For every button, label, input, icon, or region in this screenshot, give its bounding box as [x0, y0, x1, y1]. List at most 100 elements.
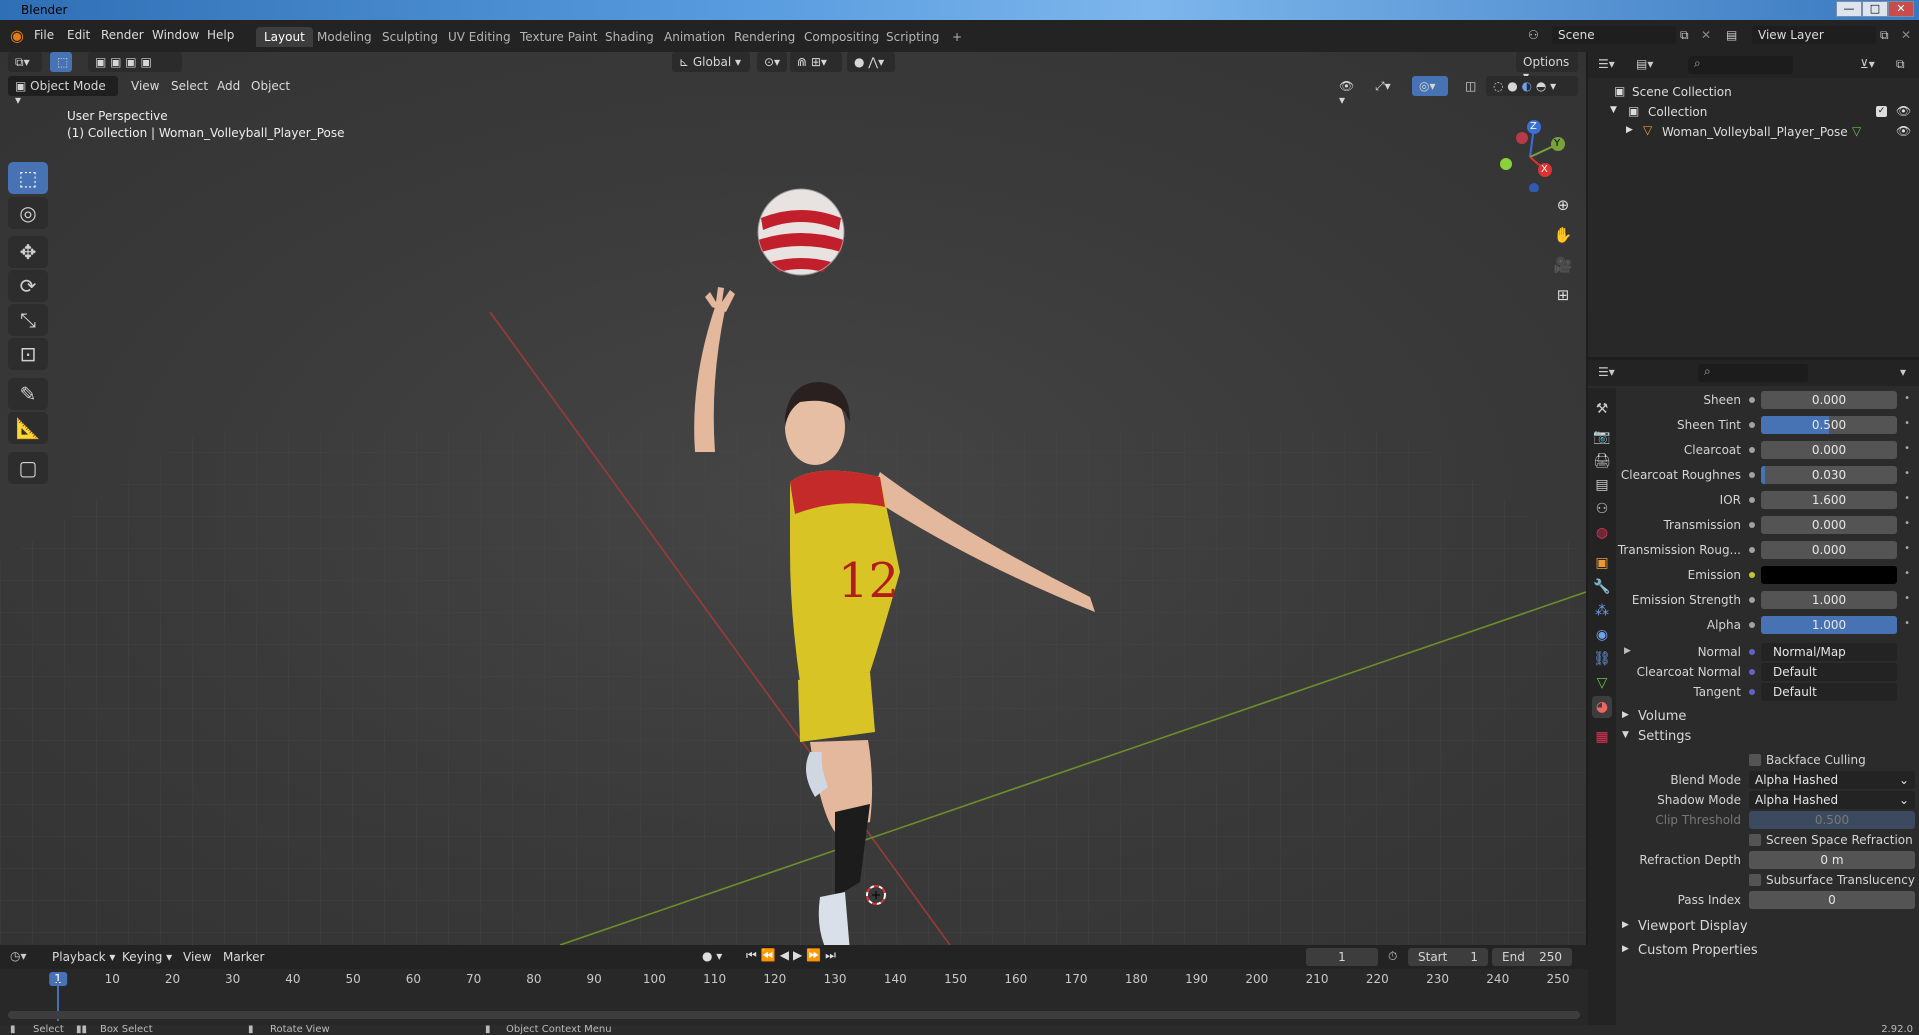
timeline-editor-type-icon[interactable]: ◷▾ [10, 949, 27, 963]
move-tool-icon[interactable]: ✥ [8, 236, 48, 268]
keyframe-dot-icon[interactable]: • [1904, 568, 1910, 579]
transform-tool-icon[interactable]: ⊡ [8, 338, 48, 370]
outliner-search-input[interactable]: ⌕ [1688, 56, 1793, 74]
add-workspace-button[interactable]: + [944, 27, 970, 47]
prop-value-field[interactable]: 0.000 [1761, 441, 1897, 459]
tab-texture-paint[interactable]: Texture Paint [512, 27, 605, 47]
tab-shading[interactable]: Shading [597, 27, 662, 47]
pass-index-field[interactable]: 0 [1749, 891, 1915, 909]
tab-animation[interactable]: Animation [656, 27, 733, 47]
refraction-depth-field[interactable]: 0 m [1749, 851, 1915, 869]
pass-index-row[interactable]: Pass Index 0 [1616, 890, 1919, 910]
material-properties-icon[interactable]: ◕ [1592, 696, 1612, 718]
timeline-menu-view[interactable]: View [183, 950, 211, 964]
view-layer-selector[interactable]: View Layer [1752, 26, 1876, 44]
keyframe-dot-icon[interactable]: • [1904, 418, 1910, 429]
outliner-editor-type-icon[interactable]: ☰▾ [1598, 57, 1615, 71]
selection-mode-buttons[interactable]: ▣ ▣ ▣ ▣ [88, 52, 182, 72]
prop-value-field[interactable]: 0.030 [1761, 466, 1897, 484]
modifier-properties-icon[interactable]: 🔧 [1592, 576, 1612, 598]
data-properties-icon[interactable]: ▽ [1592, 672, 1612, 694]
keyframe-dot-icon[interactable]: • [1904, 518, 1910, 529]
normal-link-field[interactable]: Normal/Map [1761, 643, 1897, 661]
expand-arrow-icon[interactable]: ▼ [1610, 105, 1617, 115]
collapse-arrow-icon[interactable]: ▼ [1622, 730, 1629, 740]
physics-properties-icon[interactable]: ◉ [1592, 624, 1612, 646]
tangent-field[interactable]: Default [1761, 683, 1897, 701]
prop-row-emission[interactable]: Emission • [1616, 565, 1919, 585]
tab-compositing[interactable]: Compositing [796, 27, 887, 47]
measure-tool-icon[interactable]: 📐 [8, 412, 48, 444]
prop-row-ior[interactable]: IOR 1.600 • [1616, 490, 1919, 510]
prop-row-emission-strength[interactable]: Emission Strength 1.000 • [1616, 590, 1919, 610]
tool-settings-icon[interactable]: ⚒ [1592, 398, 1612, 420]
prop-value-field[interactable]: 0.500 [1761, 416, 1897, 434]
keyframe-dot-icon[interactable]: • [1904, 393, 1910, 404]
options-dropdown[interactable]: Options ▾ [1516, 52, 1578, 83]
timeline-menu-playback[interactable]: Playback ▾ [52, 950, 115, 964]
editor-type-button[interactable]: ⧉▾ [8, 52, 42, 72]
menu-render[interactable]: Render [101, 28, 144, 42]
overlays-toggle-icon[interactable]: ◎▾ [1412, 76, 1448, 96]
blend-mode-dropdown[interactable]: Alpha Hashed ⌄ [1749, 771, 1915, 789]
section-settings[interactable]: ▼ Settings [1616, 726, 1919, 748]
prop-row-clearcoat-normal[interactable]: Clearcoat Normal Default [1616, 662, 1919, 682]
pivot-icon[interactable]: ⊙▾ [757, 52, 787, 72]
3d-viewport[interactable]: 12 ⧉▾ ⬚ ▣ ▣ ▣ ▣ ⊾ Global ▾ ⊙▾ ⋒ ⊞▾ ● ⋀▾ … [0, 52, 1586, 945]
end-frame-field[interactable]: End 250 [1492, 948, 1572, 966]
rotate-tool-icon[interactable]: ⟳ [8, 270, 48, 302]
keyframe-dot-icon[interactable]: • [1904, 493, 1910, 504]
close-button[interactable]: ✕ [1888, 1, 1914, 17]
current-frame-field[interactable]: 1 [1306, 948, 1378, 966]
render-properties-icon[interactable]: 📷 [1592, 426, 1612, 448]
zoom-icon[interactable]: ⊕ [1550, 192, 1576, 218]
perspective-grid-icon[interactable]: ⊞ [1550, 282, 1576, 308]
backface-culling-row[interactable]: Backface Culling [1616, 750, 1919, 770]
prop-row-transmission[interactable]: Transmission 0.000 • [1616, 515, 1919, 535]
prop-value-field[interactable]: 0.000 [1761, 516, 1897, 534]
shading-mode-buttons[interactable]: ◌ ● ◐ ◓ ▾ [1486, 76, 1578, 96]
subsurface-translucency-row[interactable]: Subsurface Translucency [1616, 870, 1919, 890]
constraints-properties-icon[interactable]: ⛓ [1592, 648, 1612, 670]
tab-rendering[interactable]: Rendering [726, 27, 803, 47]
expand-arrow-icon[interactable]: ▶ [1624, 646, 1631, 656]
minimize-button[interactable]: — [1836, 1, 1862, 17]
prop-row-clearcoat[interactable]: Clearcoat 0.000 • [1616, 440, 1919, 460]
menu-window[interactable]: Window [152, 28, 199, 42]
shadow-mode-dropdown[interactable]: Alpha Hashed ⌄ [1749, 791, 1915, 809]
viewport-menu-view[interactable]: View [131, 79, 159, 93]
subsurface-translucency-checkbox[interactable] [1749, 874, 1761, 886]
tab-modeling[interactable]: Modeling [309, 27, 380, 47]
keyframe-dot-icon[interactable]: • [1904, 593, 1910, 604]
stopwatch-icon[interactable]: ⏱ [1388, 949, 1397, 964]
new-collection-icon[interactable]: ⧉ [1896, 57, 1905, 72]
filter-icon[interactable]: ⊻▾ [1860, 57, 1875, 71]
viewport-menu-object[interactable]: Object [251, 79, 290, 93]
blender-logo-icon[interactable]: ◉ [10, 26, 24, 45]
expand-arrow-icon[interactable]: ▶ [1622, 710, 1629, 720]
refraction-depth-row[interactable]: Refraction Depth 0 m [1616, 850, 1919, 870]
clip-threshold-field[interactable]: 0.500 [1749, 811, 1915, 829]
section-custom-properties[interactable]: ▶ Custom Properties [1616, 940, 1919, 962]
section-viewport-display[interactable]: ▶ Viewport Display [1616, 916, 1919, 938]
menu-help[interactable]: Help [207, 28, 234, 42]
prop-value-field[interactable]: 0.000 [1761, 541, 1897, 559]
timeline-menu-keying[interactable]: Keying ▾ [122, 950, 172, 964]
properties-options-icon[interactable]: ▾ [1900, 365, 1906, 379]
delete-scene-icon[interactable]: ✕ [1701, 28, 1711, 42]
blend-mode-row[interactable]: Blend Mode Alpha Hashed ⌄ [1616, 770, 1919, 790]
tab-uv-editing[interactable]: UV Editing [440, 27, 519, 47]
output-properties-icon[interactable]: 🖨 [1592, 450, 1612, 472]
section-volume[interactable]: ▶ Volume [1616, 706, 1919, 728]
prop-row-sheen-tint[interactable]: Sheen Tint 0.500 • [1616, 415, 1919, 435]
navigation-gizmo[interactable]: Z Y X [1490, 112, 1570, 193]
prop-row-clearcoat-roughnes[interactable]: Clearcoat Roughnes 0.030 • [1616, 465, 1919, 485]
visibility-icon[interactable]: 👁▾ [1332, 76, 1362, 107]
mode-dropdown[interactable]: ▣ Object Mode ▾ [8, 76, 118, 107]
prop-row-normal[interactable]: ▶ Normal Normal/Map [1616, 642, 1919, 662]
prop-value-field[interactable]: 1.000 [1761, 616, 1897, 634]
world-properties-icon[interactable]: ◍ [1592, 522, 1612, 544]
timeline-scrollbar[interactable] [8, 1011, 1580, 1019]
prop-value-field[interactable]: 0.000 [1761, 391, 1897, 409]
transform-orientation-dropdown[interactable]: ⊾ Global ▾ [672, 52, 750, 72]
